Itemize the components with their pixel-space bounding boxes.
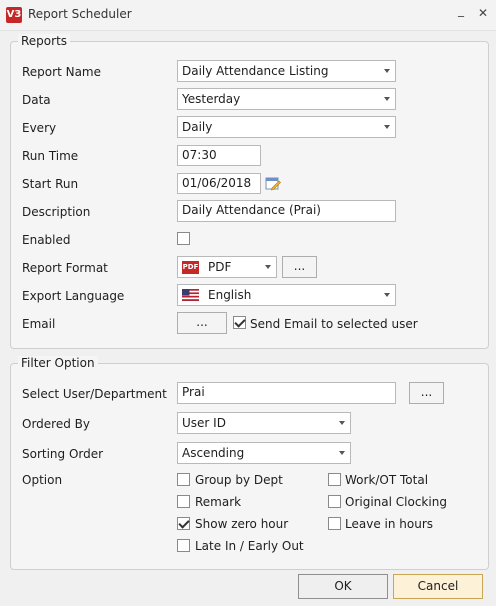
leave-in-hours-checkbox[interactable] bbox=[328, 517, 341, 530]
data-value: Yesterday bbox=[182, 92, 241, 106]
leave-in-hours-label: Leave in hours bbox=[345, 517, 434, 531]
select-user-input[interactable]: Prai bbox=[177, 382, 396, 404]
every-label: Every bbox=[22, 121, 57, 135]
chevron-down-icon bbox=[339, 451, 345, 455]
option-label: Option bbox=[22, 473, 63, 487]
every-dropdown[interactable]: Daily bbox=[177, 116, 396, 138]
work-ot-total-checkbox[interactable] bbox=[328, 473, 341, 486]
ok-button[interactable]: OK bbox=[298, 574, 388, 599]
calendar-icon[interactable] bbox=[265, 175, 281, 191]
description-input[interactable]: Daily Attendance (Prai) bbox=[177, 200, 396, 222]
enabled-label: Enabled bbox=[22, 233, 71, 247]
enabled-checkbox[interactable] bbox=[177, 232, 190, 245]
sorting-order-dropdown[interactable]: Ascending bbox=[177, 442, 351, 464]
start-run-input[interactable]: 01/06/2018 bbox=[177, 173, 261, 194]
export-language-dropdown[interactable]: English bbox=[177, 284, 396, 306]
remark-checkbox[interactable] bbox=[177, 495, 190, 508]
remark-label: Remark bbox=[195, 495, 242, 509]
ordered-by-label: Ordered By bbox=[22, 417, 90, 431]
work-ot-total-label: Work/OT Total bbox=[345, 473, 429, 487]
select-user-browse-button[interactable]: ... bbox=[409, 382, 444, 404]
original-clocking-label: Original Clocking bbox=[345, 495, 447, 509]
late-in-early-out-checkbox[interactable] bbox=[177, 539, 190, 552]
chevron-down-icon bbox=[384, 125, 390, 129]
run-time-label: Run Time bbox=[22, 149, 79, 163]
us-flag-icon bbox=[182, 289, 199, 301]
every-value: Daily bbox=[182, 120, 213, 134]
reports-legend: Reports bbox=[18, 34, 71, 48]
chevron-down-icon bbox=[265, 265, 271, 269]
close-button[interactable]: ✕ bbox=[478, 6, 488, 20]
cancel-button[interactable]: Cancel bbox=[393, 574, 483, 599]
chevron-down-icon bbox=[339, 421, 345, 425]
ordered-by-value: User ID bbox=[182, 416, 226, 430]
export-language-label: Export Language bbox=[22, 289, 125, 303]
select-user-label: Select User/Department bbox=[22, 387, 167, 401]
group-by-dept-checkbox[interactable] bbox=[177, 473, 190, 486]
original-clocking-checkbox[interactable] bbox=[328, 495, 341, 508]
sorting-order-label: Sorting Order bbox=[22, 447, 104, 461]
report-format-dropdown[interactable]: PDF PDF bbox=[177, 256, 277, 278]
window-title: Report Scheduler bbox=[28, 7, 132, 21]
sorting-order-value: Ascending bbox=[182, 446, 245, 460]
ordered-by-dropdown[interactable]: User ID bbox=[177, 412, 351, 434]
send-email-label: Send Email to selected user bbox=[250, 317, 418, 331]
group-by-dept-label: Group by Dept bbox=[195, 473, 283, 487]
chevron-down-icon bbox=[384, 69, 390, 73]
chevron-down-icon bbox=[384, 97, 390, 101]
report-name-label: Report Name bbox=[22, 65, 101, 79]
email-label: Email bbox=[22, 317, 56, 331]
app-logo-icon: V3 bbox=[6, 7, 22, 23]
export-language-value: English bbox=[208, 288, 252, 302]
email-browse-button[interactable]: ... bbox=[177, 312, 227, 334]
report-format-value: PDF bbox=[208, 260, 232, 274]
run-time-input[interactable]: 07:30 bbox=[177, 145, 261, 166]
chevron-down-icon bbox=[384, 293, 390, 297]
title-bar: V3 Report Scheduler _ ✕ bbox=[0, 0, 496, 31]
send-email-checkbox[interactable] bbox=[233, 316, 246, 329]
report-format-label: Report Format bbox=[22, 261, 108, 275]
report-name-value: Daily Attendance Listing bbox=[182, 64, 329, 78]
data-dropdown[interactable]: Yesterday bbox=[177, 88, 396, 110]
pdf-icon: PDF bbox=[182, 261, 199, 274]
show-zero-hour-label: Show zero hour bbox=[195, 517, 289, 531]
data-label: Data bbox=[22, 93, 51, 107]
late-in-early-out-label: Late In / Early Out bbox=[195, 539, 304, 553]
show-zero-hour-checkbox[interactable] bbox=[177, 517, 190, 530]
description-label: Description bbox=[22, 205, 91, 219]
start-run-label: Start Run bbox=[22, 177, 79, 191]
report-format-browse-button[interactable]: ... bbox=[282, 256, 317, 278]
report-name-dropdown[interactable]: Daily Attendance Listing bbox=[177, 60, 396, 82]
minimize-button[interactable]: _ bbox=[458, 3, 464, 17]
filter-option-legend: Filter Option bbox=[18, 356, 98, 370]
